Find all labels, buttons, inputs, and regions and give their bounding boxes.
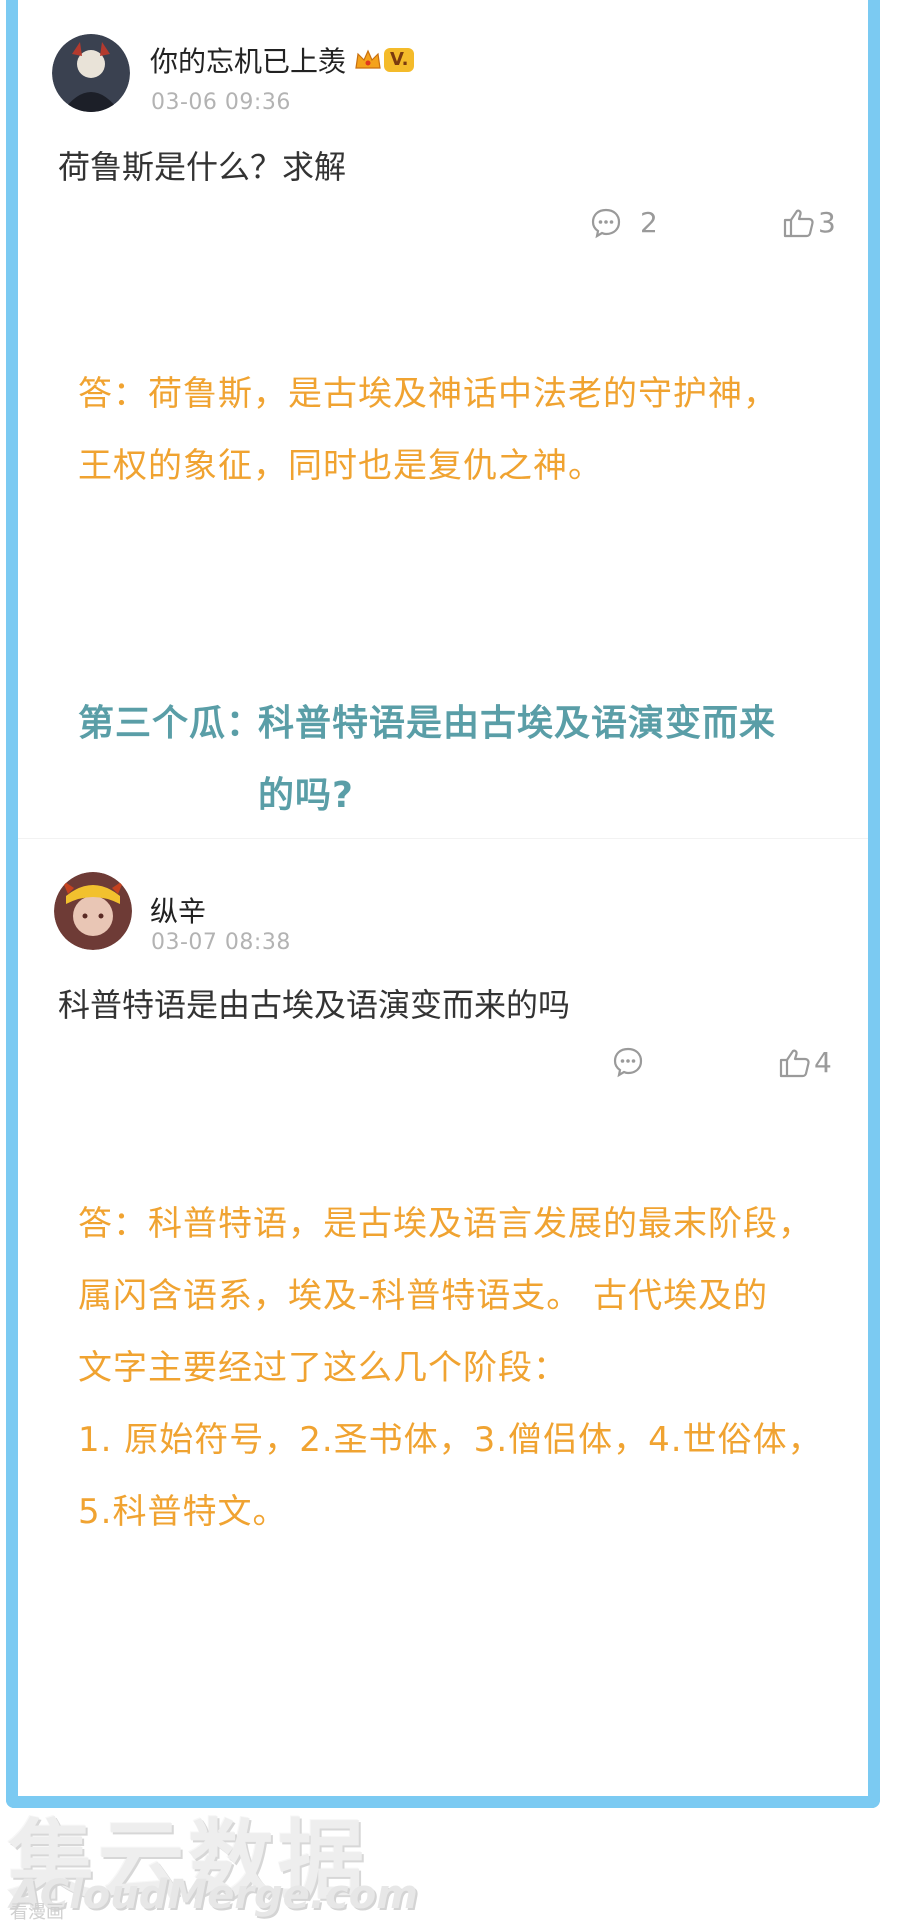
username[interactable]: 纵辛 <box>150 890 206 930</box>
answer-line-5: 5.科普特文。 <box>78 1492 288 1532</box>
comment-button[interactable] <box>612 1046 644 1078</box>
username-row: 你的忘机已上羡 V. <box>150 40 415 80</box>
post-time: 03-06 09:36 <box>151 90 291 115</box>
like-button[interactable]: 3 <box>782 206 836 239</box>
avatar[interactable] <box>54 872 132 950</box>
comment-icon <box>591 208 621 238</box>
thumbs-up-icon <box>783 209 814 237</box>
like-count: 3 <box>818 206 836 239</box>
post-content: 荷鲁斯是什么？求解 <box>58 148 347 186</box>
like-count: 4 <box>814 1046 832 1079</box>
like-button[interactable]: 4 <box>778 1046 832 1079</box>
section-divider <box>18 838 868 839</box>
watermark-small: 看漫画 <box>10 1902 64 1923</box>
watermark-brand-en: ACloudMerge.com <box>10 1872 418 1918</box>
crown-icon <box>355 49 381 69</box>
answer-line-3: 文字主要经过了这么几个阶段： <box>78 1348 568 1388</box>
comment-icon <box>613 1047 643 1078</box>
comment-button[interactable]: 2 <box>590 206 658 239</box>
thumbs-up-icon <box>779 1049 810 1077</box>
answer-line-2: 属闪含语系，埃及-科普特语支。 古代埃及的 <box>78 1276 769 1316</box>
post-time: 03-07 08:38 <box>151 930 291 955</box>
section-heading-line-2: 的吗? <box>258 775 354 816</box>
comment-count: 2 <box>640 206 658 239</box>
answer-line-4: 1. 原始符号，2.圣书体，3.僧侣体，4.世俗体， <box>78 1420 823 1460</box>
avatar[interactable] <box>52 34 130 112</box>
answer-line-1: 答：荷鲁斯，是古埃及神话中法老的守护神， <box>78 374 778 414</box>
answer-line-1: 答：科普特语，是古埃及语言发展的最末阶段， <box>78 1204 813 1244</box>
section-heading-prefix: 第三个瓜： <box>78 703 264 744</box>
vip-badge: V. <box>354 46 415 74</box>
vip-level: V. <box>384 48 415 72</box>
username[interactable]: 你的忘机已上羡 <box>150 40 346 80</box>
answer-line-2: 王权的象征，同时也是复仇之神。 <box>78 446 603 486</box>
section-heading-line-1: 科普特语是由古埃及语演变而来 <box>258 703 777 744</box>
post-content: 科普特语是由古埃及语演变而来的吗 <box>58 986 571 1024</box>
